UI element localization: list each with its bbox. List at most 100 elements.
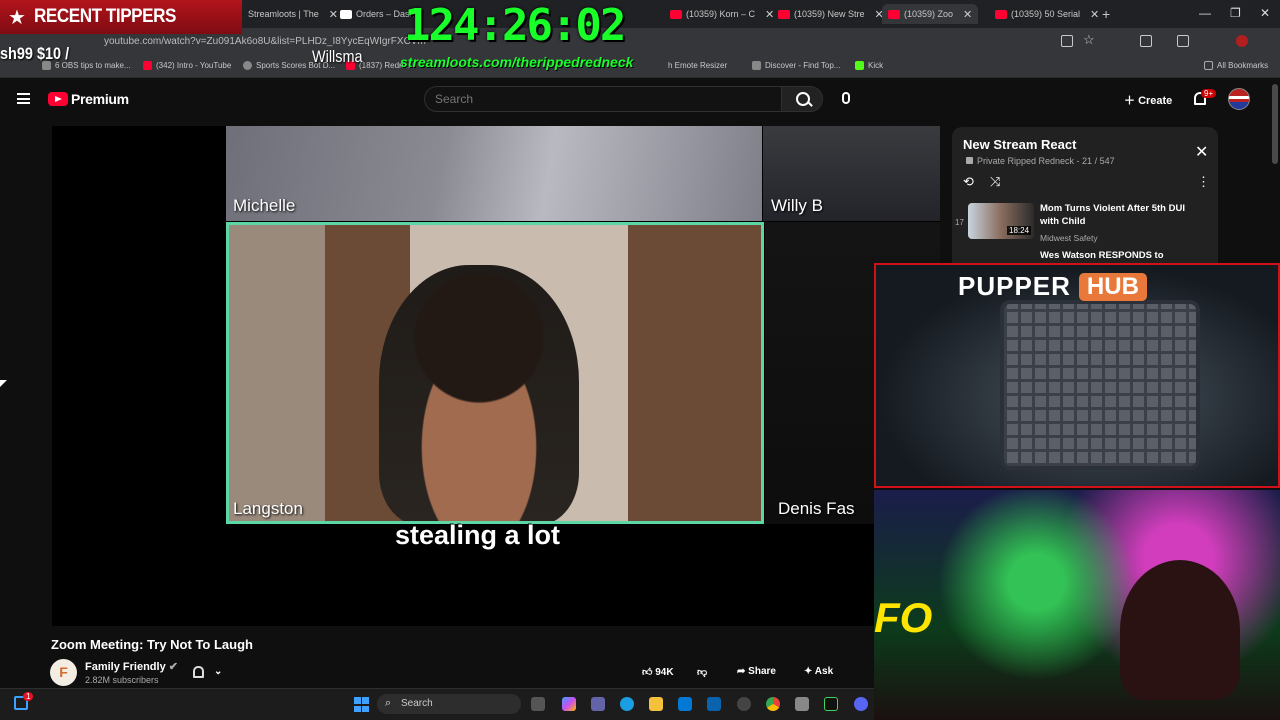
url-text[interactable]: youtube.com/watch?v=Zu091Ak6o8U&list=PLH…: [104, 36, 426, 47]
close-icon[interactable]: ✕: [765, 8, 774, 21]
star-icon[interactable]: ☆: [1083, 32, 1095, 47]
tab-new-stream[interactable]: (10359) New Stre ✕: [778, 4, 884, 24]
copilot-icon[interactable]: [562, 697, 576, 711]
subscription-bell-icon[interactable]: [193, 666, 204, 678]
video-duration: 18:24: [1007, 226, 1032, 235]
cast-icon[interactable]: [1061, 35, 1073, 47]
kick-icon: [855, 61, 864, 70]
minimize-icon[interactable]: —: [1199, 6, 1211, 20]
participant-name: Willy B: [771, 196, 823, 215]
share-button[interactable]: ➦ Share: [737, 666, 776, 677]
folder-icon: [1204, 61, 1213, 70]
recent-tippers-banner: ★ RECENT TIPPERS: [0, 0, 242, 34]
chevron-down-icon[interactable]: ⌄: [214, 666, 222, 677]
chrome-icon[interactable]: [766, 697, 780, 711]
youtube-logo-icon[interactable]: [48, 92, 68, 106]
mouse-cursor: [0, 380, 7, 387]
channel-name-text: Family Friendly: [85, 661, 166, 673]
playlist-item-title[interactable]: Wes Watson RESPONDS to: [1040, 250, 1164, 261]
search-button[interactable]: [781, 86, 823, 112]
sparkle-icon: ✦: [804, 666, 815, 677]
playlist-title[interactable]: New Stream React: [963, 137, 1076, 152]
account-avatar[interactable]: [1228, 88, 1250, 110]
bookmark-discover[interactable]: Discover - Find Top...: [752, 61, 840, 70]
tab-label: (10359) Zoo: [904, 9, 954, 19]
promo-url: streamloots.com/therippedredneck: [400, 54, 634, 70]
star-icon: ★: [8, 6, 26, 29]
search-input[interactable]: [424, 86, 782, 112]
profile-icon[interactable]: [1236, 35, 1248, 47]
page-scrollbar[interactable]: [1272, 84, 1278, 164]
file-explorer-icon[interactable]: [649, 697, 663, 711]
tipper-name: Willsma: [312, 47, 363, 66]
like-button[interactable]: 👍︎ 94K: [642, 666, 674, 678]
youtube-icon: [670, 9, 682, 19]
lock-icon: [966, 157, 973, 164]
edge-icon[interactable]: [620, 697, 634, 711]
share-label: Share: [748, 666, 776, 677]
maximize-icon[interactable]: ❐: [1230, 6, 1241, 20]
bookmark-kick[interactable]: Kick: [855, 61, 883, 70]
webcam-sign-text: FO: [874, 594, 933, 641]
microphone-icon[interactable]: [842, 92, 850, 104]
globe-icon: [243, 61, 252, 70]
create-label: Create: [1138, 95, 1173, 107]
bookmark-emote-resizer[interactable]: h Emote Resizer: [668, 61, 727, 70]
obs-icon[interactable]: [737, 697, 751, 711]
verified-icon: ✔: [168, 661, 178, 673]
bookmark-label: Kick: [868, 61, 884, 70]
participant-name: Michelle: [233, 196, 296, 215]
dislike-button[interactable]: 👎︎: [697, 666, 707, 678]
sidepanel-icon[interactable]: [1177, 35, 1189, 47]
create-button[interactable]: ＋ Create: [1124, 92, 1172, 108]
subscriber-count: 2.82M subscribers: [85, 675, 159, 685]
app-icon[interactable]: [795, 697, 809, 711]
new-tab-button[interactable]: +: [1102, 4, 1110, 24]
ask-button[interactable]: ✦ Ask: [804, 666, 833, 677]
discord-icon[interactable]: [854, 697, 868, 711]
video-title: Zoom Meeting: Try Not To Laugh: [51, 637, 253, 652]
like-count: 94K: [655, 667, 674, 678]
active-speaker-tile: [226, 222, 764, 524]
shuffle-icon[interactable]: ⤨: [990, 174, 1000, 190]
hamburger-menu-icon[interactable]: [17, 93, 30, 104]
playlist-item-title[interactable]: Mom Turns Violent After 5th DUI with Chi…: [1040, 202, 1200, 228]
bookmark-label: Discover - Find Top...: [765, 61, 841, 70]
participant-name: Denis Fas: [778, 499, 855, 518]
extensions-icon[interactable]: [1140, 35, 1152, 47]
playlist-item-index: 17: [955, 218, 964, 227]
premium-label[interactable]: Premium: [71, 91, 129, 107]
close-window-icon[interactable]: ✕: [1260, 6, 1270, 20]
channel-avatar[interactable]: F: [50, 659, 77, 686]
bookmark-label: h Emote Resizer: [668, 61, 728, 70]
close-icon[interactable]: ✕: [963, 8, 972, 21]
close-icon[interactable]: ✕: [1195, 142, 1208, 162]
playlist-item-channel: Midwest Safety: [1040, 233, 1098, 243]
dog-crate-image: [1000, 300, 1200, 470]
recent-tippers-label: RECENT TIPPERS: [33, 6, 176, 27]
terminal-icon[interactable]: [824, 697, 838, 711]
tab-label: (10359) 50 Serial: [1011, 9, 1081, 19]
search-icon: ⌕: [385, 697, 392, 709]
bookmark-intro[interactable]: (342) Intro - YouTube: [143, 61, 231, 70]
taskbar-search-label: Search: [401, 698, 433, 709]
tab-zoom-active[interactable]: (10359) Zoo ✕: [882, 4, 979, 24]
loop-icon[interactable]: ⟲: [963, 174, 974, 190]
tab-serial[interactable]: (10359) 50 Serial ✕: [995, 4, 1099, 24]
video-player[interactable]: Michelle Willy B Langston Denis Fas stea…: [52, 126, 940, 626]
channel-name[interactable]: Family Friendly ✔: [85, 660, 178, 673]
close-icon[interactable]: ✕: [1090, 8, 1099, 21]
taskbar-search[interactable]: Search: [377, 694, 521, 714]
pupper-hub-logo: PUPPER HUB: [958, 270, 1147, 303]
outlook-icon[interactable]: [707, 697, 721, 711]
tab-korn[interactable]: (10359) Korn – C ✕: [670, 4, 774, 24]
store-icon[interactable]: [678, 697, 692, 711]
tipper-amount: sh99 $10 /: [0, 44, 70, 63]
all-bookmarks[interactable]: All Bookmarks: [1204, 61, 1268, 70]
windows-start-icon[interactable]: [354, 697, 369, 712]
tab-streamloots[interactable]: Streamloots | The ✕: [248, 4, 338, 24]
task-view-icon[interactable]: [531, 697, 545, 711]
close-icon[interactable]: ✕: [329, 8, 338, 21]
teams-icon[interactable]: [591, 697, 605, 711]
more-options-icon[interactable]: ⋮: [1197, 174, 1210, 190]
